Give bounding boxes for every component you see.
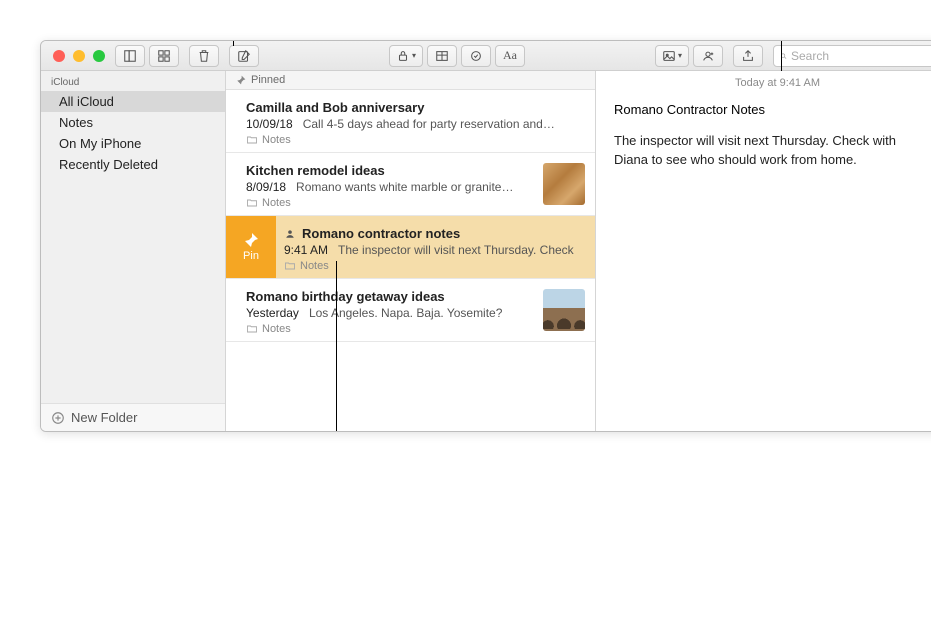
folder-icon [246,323,258,335]
chevron-down-icon: ▾ [678,51,682,60]
search-field[interactable] [773,45,931,67]
note-list: Pinned Pin Camilla and Bob anniversary 10/… [226,71,596,431]
folder-icon [246,197,258,209]
grid-icon [157,49,171,63]
new-folder-label: New Folder [71,410,137,425]
note-folder: Notes [246,197,533,209]
search-input[interactable] [791,49,931,63]
note-title: Camilla and Bob anniversary [246,100,585,115]
new-folder-button[interactable]: New Folder [41,403,225,431]
table-button[interactable] [427,45,457,67]
sidebar-item-notes[interactable]: Notes [41,112,225,133]
add-people-icon [701,49,715,63]
lock-button[interactable]: ▾ [389,45,423,67]
note-snippet: Romano wants white marble or granite… [296,180,513,194]
note-row[interactable]: PinRomano birthday getaway ideasYesterda… [226,279,595,342]
sidebar-item-label: All iCloud [59,94,114,109]
sidebar-item-on-my-iphone[interactable]: On My iPhone [41,133,225,154]
note-title: Romano birthday getaway ideas [246,289,533,304]
pinned-header-label: Pinned [251,74,285,86]
note-folder: Notes [246,134,585,146]
collaborate-button[interactable] [693,45,723,67]
pin-label: Pin [243,250,259,262]
note-date: 9:41 AM [284,243,328,257]
pin-icon [243,232,259,248]
sidebar-section-label: iCloud [41,71,225,91]
note-date: 10/09/18 [246,117,293,131]
pin-icon [236,75,246,85]
note-title: Kitchen remodel ideas [246,163,533,178]
new-note-button[interactable] [229,45,259,67]
titlebar: ▾ Aa ▾ [41,41,931,71]
folder-icon [246,134,258,146]
share-icon [741,49,755,63]
sidebar-item-recently-deleted[interactable]: Recently Deleted [41,154,225,175]
folder-icon [284,260,296,272]
checklist-icon [469,49,483,63]
note-body: Kitchen remodel ideas 8/09/18 Romano wants… [226,153,543,215]
format-button[interactable]: Aa [495,45,525,67]
note-body: Romano contractor notes 9:41 AM The inspec… [276,216,595,278]
compose-icon [237,49,251,63]
callout-line [233,40,234,46]
close-button[interactable] [53,50,65,62]
chevron-down-icon: ▾ [412,51,416,60]
list-icon [123,49,137,63]
note-subline: Yesterday Los Angeles. Napa. Baja. Yosemi… [246,306,533,320]
note-snippet: The inspector will visit next Thursday. … [338,243,574,257]
sidebar-item-label: Notes [59,115,93,130]
trash-icon [197,49,211,63]
sidebar: iCloud All iCloud Notes On My iPhone Rec… [41,71,226,431]
note-snippet: Call 4-5 days ahead for party reservatio… [303,117,555,131]
main-columns: iCloud All iCloud Notes On My iPhone Rec… [41,71,931,431]
sidebar-item-label: On My iPhone [59,136,141,151]
note-title: Romano contractor notes [284,226,585,241]
callout-line [781,40,782,71]
note-subline: 8/09/18 Romano wants white marble or gran… [246,180,533,194]
note-date: Yesterday [246,306,299,320]
checklist-button[interactable] [461,45,491,67]
zoom-button[interactable] [93,50,105,62]
list-view-button[interactable] [115,45,145,67]
plus-circle-icon [51,411,65,425]
editor-body: The inspector will visit next Thursday. … [614,132,898,170]
sidebar-item-label: Recently Deleted [59,157,158,172]
lock-icon [396,49,410,63]
share-button[interactable] [733,45,763,67]
minimize-button[interactable] [73,50,85,62]
pinned-header: Pinned [226,71,595,90]
note-body: Camilla and Bob anniversary 10/09/18 Call … [226,90,595,152]
callout-line [336,261,337,432]
note-snippet: Los Angeles. Napa. Baja. Yosemite? [309,306,502,320]
media-button[interactable]: ▾ [655,45,689,67]
note-subline: 10/09/18 Call 4-5 days ahead for party re… [246,117,585,131]
editor-pane: Today at 9:41 AM Romano Contractor Notes… [596,71,931,431]
note-date: 8/09/18 [246,180,286,194]
editor-date: Today at 9:41 AM [596,71,931,95]
photo-icon [662,49,676,63]
shared-icon [284,228,296,240]
note-row[interactable]: PinCamilla and Bob anniversary10/09/18Ca… [226,90,595,153]
editor-title: Romano Contractor Notes [614,101,898,120]
note-row[interactable]: Pin Romano contractor notes 9:41 AM The ins… [226,216,595,279]
gallery-view-button[interactable] [149,45,179,67]
sidebar-item-all-icloud[interactable]: All iCloud [41,91,225,112]
editor-content[interactable]: Romano Contractor Notes The inspector wi… [596,95,916,176]
note-attachment-thumbnail [543,163,585,205]
note-body: Romano birthday getaway ideas Yesterday Lo… [226,279,543,341]
delete-button[interactable] [189,45,219,67]
note-subline: 9:41 AM The inspector will visit next Thu… [284,243,585,257]
format-icon: Aa [503,48,517,63]
note-row[interactable]: PinKitchen remodel ideas8/09/18Romano wa… [226,153,595,216]
window-controls [47,50,105,62]
pin-action[interactable]: Pin [226,216,276,278]
note-attachment-thumbnail [543,289,585,331]
notes-window: ▾ Aa ▾ [40,40,931,432]
note-folder: Notes [246,323,533,335]
note-folder: Notes [284,260,585,272]
table-icon [435,49,449,63]
